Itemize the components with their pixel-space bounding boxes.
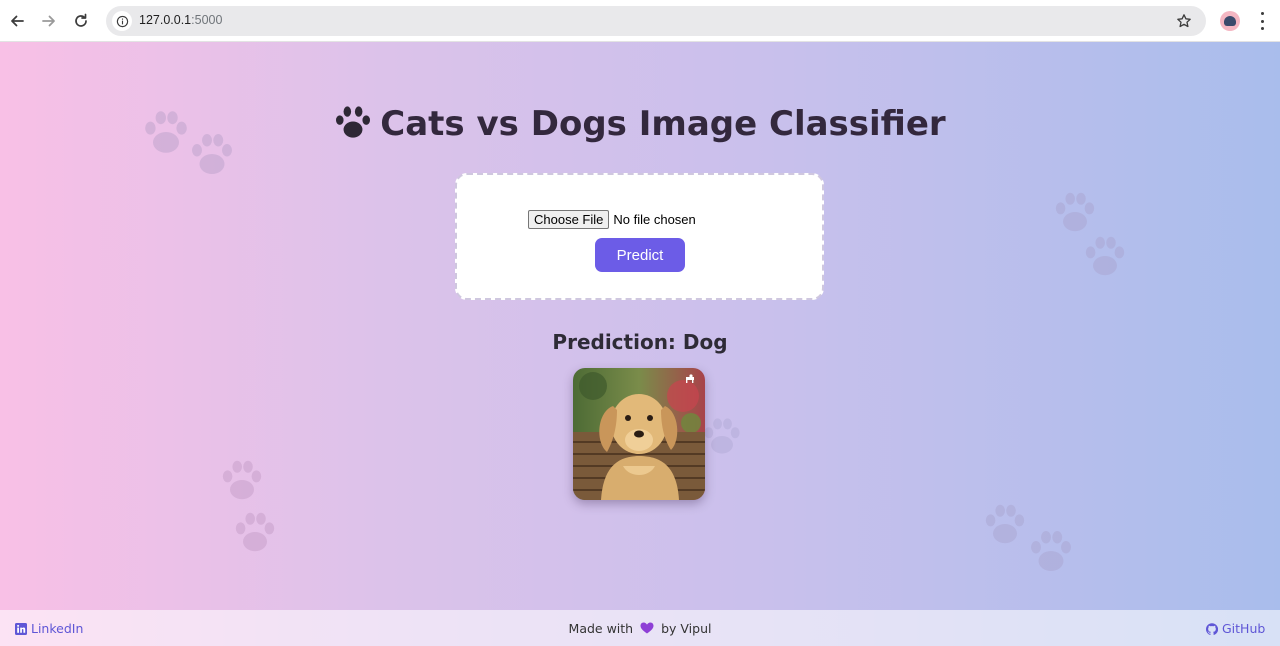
address-bar[interactable]: 127.0.0.1:5000 <box>106 6 1206 36</box>
background-paw-icon <box>1050 188 1100 236</box>
paw-icon <box>334 105 372 139</box>
back-icon[interactable] <box>6 10 28 32</box>
url-host: 127.0.0.1 <box>139 13 192 27</box>
reload-icon[interactable] <box>70 10 92 32</box>
prediction-result: Prediction: Dog <box>552 330 728 354</box>
github-label: GitHub <box>1222 621 1266 636</box>
uploaded-dog-image <box>573 368 705 500</box>
page-title: Cats vs Dogs Image Classifier <box>0 104 1280 144</box>
background-paw-icon <box>1025 526 1077 576</box>
site-info-icon[interactable] <box>112 11 132 31</box>
background-paw-icon <box>218 456 266 504</box>
background-paw-icon <box>980 500 1030 548</box>
profile-avatar[interactable] <box>1220 11 1240 31</box>
made-with-prefix: Made with <box>568 621 634 636</box>
made-with-text: Made with by Vipul <box>0 621 1280 636</box>
page-title-text: Cats vs Dogs Image Classifier <box>380 104 946 144</box>
github-icon <box>1206 622 1218 635</box>
file-status-text: No file chosen <box>613 212 696 227</box>
forward-icon[interactable] <box>38 10 60 32</box>
url-port: :5000 <box>191 13 223 27</box>
bookmark-star-icon[interactable] <box>1176 13 1192 29</box>
background-paw-icon <box>700 414 744 458</box>
predict-button[interactable]: Predict <box>595 238 685 272</box>
menu-kebab-icon[interactable] <box>1255 12 1269 30</box>
background-paw-icon <box>1080 232 1130 280</box>
made-with-suffix: by Vipul <box>661 621 712 636</box>
background-paw-icon <box>230 508 280 556</box>
upload-form: Choose File No file chosen Predict <box>455 173 824 300</box>
heart-icon <box>640 622 654 634</box>
page-body: Cats vs Dogs Image Classifier Choose Fil… <box>0 42 1280 646</box>
url-text: 127.0.0.1:5000 <box>139 13 222 27</box>
browser-toolbar: 127.0.0.1:5000 <box>0 0 1280 42</box>
choose-file-button[interactable]: Choose File <box>528 210 610 229</box>
footer: LinkedIn Made with by Vipul GitHub <box>0 610 1280 646</box>
github-link[interactable]: GitHub <box>1206 621 1265 636</box>
file-input[interactable]: Choose File No file chosen <box>528 210 696 229</box>
